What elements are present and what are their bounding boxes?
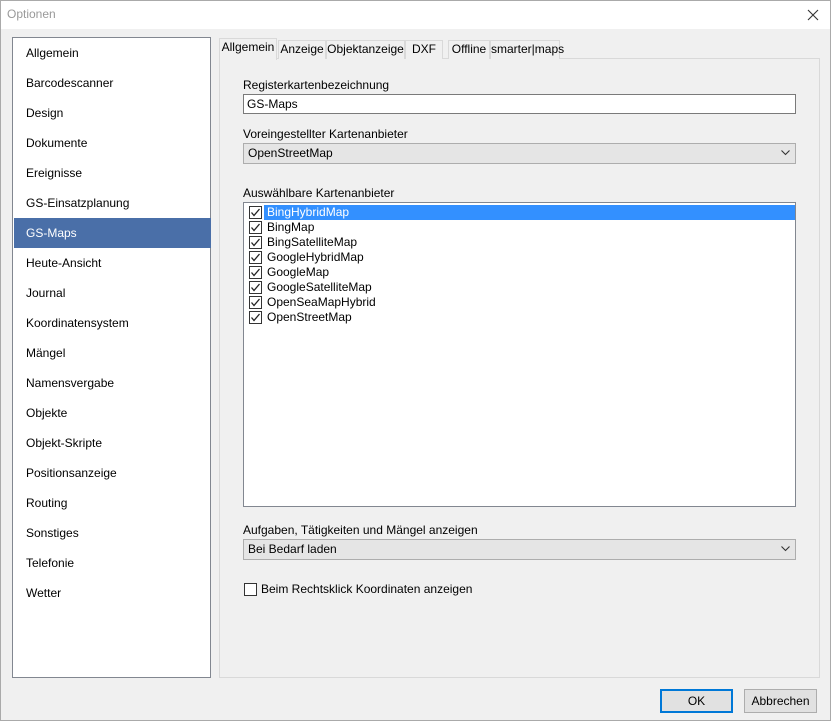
provider-label: GoogleSatelliteMap [267, 280, 372, 294]
checkmark-icon [251, 253, 260, 262]
default-provider-label: Voreingestellter Kartenanbieter [243, 127, 408, 141]
sidebar-item-koordinatensystem[interactable]: Koordinatensystem [14, 308, 211, 338]
cancel-button[interactable]: Abbrechen [744, 689, 817, 713]
checkbox-checked[interactable] [249, 251, 262, 264]
chevron-down-icon [781, 546, 790, 552]
tab-name-label: Registerkartenbezeichnung [243, 78, 390, 92]
provider-label: GoogleMap [267, 265, 330, 279]
checkbox-checked[interactable] [249, 206, 262, 219]
sidebar-item-dokumente[interactable]: Dokumente [14, 128, 211, 158]
sidebar-item-objekt-skripte[interactable]: Objekt-Skripte [14, 428, 211, 458]
close-icon [807, 9, 819, 21]
tab-anzeige[interactable]: Anzeige [278, 40, 326, 59]
providers-checklist[interactable]: BingHybridMap BingMap BingSatelliteMap G… [243, 202, 796, 507]
checkmark-icon [251, 313, 260, 322]
checkmark-icon [251, 238, 260, 247]
sidebar-item-allgemein[interactable]: Allgemein [14, 38, 211, 68]
list-item-openstreetmap[interactable]: OpenStreetMap [246, 310, 795, 325]
sidebar-item-telefonie[interactable]: Telefonie [14, 548, 211, 578]
tasks-label: Aufgaben, Tätigkeiten und Mängel anzeige… [243, 523, 478, 537]
tasks-value: Bei Bedarf laden [248, 542, 337, 556]
checkmark-icon [251, 223, 260, 232]
provider-label: OpenSeaMapHybrid [267, 295, 376, 309]
list-item-googlesatellitemap[interactable]: GoogleSatelliteMap [246, 280, 795, 295]
list-item-googlemap[interactable]: GoogleMap [246, 265, 795, 280]
provider-label: BingHybridMap [267, 205, 350, 219]
sidebar-item-maengel[interactable]: Mängel [14, 338, 211, 368]
sidebar-item-sonstiges[interactable]: Sonstiges [14, 518, 211, 548]
sidebar-item-design[interactable]: Design [14, 98, 211, 128]
checkmark-icon [251, 298, 260, 307]
sidebar-item-positionsanzeige[interactable]: Positionsanzeige [14, 458, 211, 488]
provider-label: GoogleHybridMap [267, 250, 364, 264]
sidebar-item-ereignisse[interactable]: Ereignisse [14, 158, 211, 188]
title-bar: Optionen [1, 1, 830, 29]
list-item-openseamaphybrid[interactable]: OpenSeaMapHybrid [246, 295, 795, 310]
checkbox-checked[interactable] [249, 236, 262, 249]
list-item-binghybridmap[interactable]: BingHybridMap [246, 205, 795, 220]
sidebar-item-wetter[interactable]: Wetter [14, 578, 211, 608]
tab-smartermaps[interactable]: smarter|maps [490, 40, 564, 59]
right-click-coordinates-checkbox[interactable] [244, 583, 257, 596]
sidebar-item-gs-einsatzplanung[interactable]: GS-Einsatzplanung [14, 188, 211, 218]
sidebar-item-journal[interactable]: Journal [14, 278, 211, 308]
checkbox-checked[interactable] [249, 221, 262, 234]
default-provider-select[interactable]: OpenStreetMap [243, 143, 796, 164]
category-list[interactable]: Allgemein Barcodescanner Design Dokument… [12, 37, 211, 678]
sidebar-item-namensvergabe[interactable]: Namensvergabe [14, 368, 211, 398]
chevron-down-icon [781, 150, 790, 156]
default-provider-value: OpenStreetMap [248, 146, 333, 160]
checkmark-icon [251, 268, 260, 277]
ok-button[interactable]: OK [660, 689, 733, 713]
sidebar-item-gs-maps[interactable]: GS-Maps [14, 218, 211, 248]
provider-label: BingSatelliteMap [267, 235, 358, 249]
tab-name-input[interactable] [243, 94, 796, 114]
checkbox-checked[interactable] [249, 281, 262, 294]
list-item-googlehybridmap[interactable]: GoogleHybridMap [246, 250, 795, 265]
checkbox-checked[interactable] [249, 311, 262, 324]
right-click-coordinates-label: Beim Rechtsklick Koordinaten anzeigen [261, 582, 473, 596]
sidebar-item-objekte[interactable]: Objekte [14, 398, 211, 428]
provider-label: OpenStreetMap [267, 310, 352, 324]
sidebar-item-barcodescanner[interactable]: Barcodescanner [14, 68, 211, 98]
list-item-bingsatellitemap[interactable]: BingSatelliteMap [246, 235, 795, 250]
providers-label: Auswählbare Kartenanbieter [243, 186, 395, 200]
tab-objektanzeige[interactable]: Objektanzeige [326, 40, 405, 59]
sidebar-item-routing[interactable]: Routing [14, 488, 211, 518]
list-item-bingmap[interactable]: BingMap [246, 220, 795, 235]
tab-dxf[interactable]: DXF [405, 40, 443, 59]
tab-allgemein[interactable]: Allgemein [219, 38, 277, 60]
close-button[interactable] [796, 1, 830, 29]
provider-label: BingMap [267, 220, 315, 234]
sidebar-item-heute-ansicht[interactable]: Heute-Ansicht [14, 248, 211, 278]
window-title: Optionen [7, 7, 56, 21]
checkmark-icon [251, 208, 260, 217]
checkbox-checked[interactable] [249, 266, 262, 279]
checkbox-checked[interactable] [249, 296, 262, 309]
tab-offline[interactable]: Offline [448, 40, 490, 59]
tasks-select[interactable]: Bei Bedarf laden [243, 539, 796, 560]
options-dialog: Optionen Allgemein Barcodescanner Design… [0, 0, 831, 721]
checkmark-icon [251, 283, 260, 292]
